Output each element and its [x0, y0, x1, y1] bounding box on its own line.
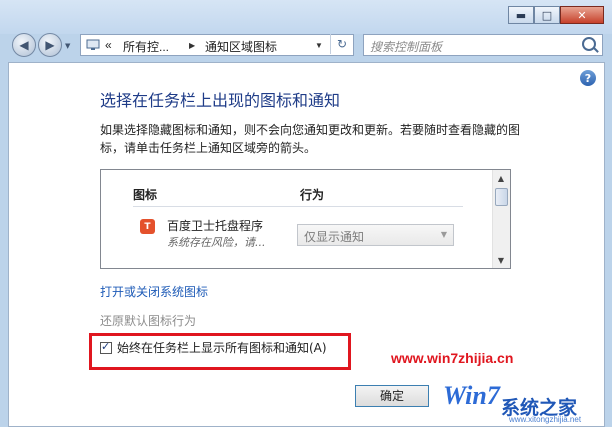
page-description: 如果选择隐藏图标和通知，则不会向您通知更改和更新。若要随时查看隐藏的图标，请单击…: [100, 123, 521, 155]
behavior-select[interactable]: 仅显示通知 ▼: [297, 224, 454, 246]
watermark-url: www.win7zhijia.cn: [391, 350, 514, 366]
close-button[interactable]: ✕: [560, 6, 604, 24]
page-title: 选择在任务栏上出现的图标和通知: [100, 91, 341, 110]
search-icon[interactable]: [582, 37, 596, 51]
forward-button[interactable]: ▶: [38, 33, 62, 57]
navigation-bar: ◀ ▶ ▼ « 所有控... ▶ 通知区域图标 ▼ ↻ 搜索控制面板: [0, 30, 612, 62]
maximize-button[interactable]: □: [534, 6, 560, 24]
list-item-status: 系统存在风险，请...: [167, 236, 266, 249]
caption-buttons: ▬ □ ✕: [508, 6, 604, 24]
list-item-name: 百度卫士托盘程序: [167, 219, 264, 233]
column-header-behavior: 行为: [300, 188, 325, 202]
title-bar: ▬ □ ✕: [0, 0, 612, 34]
ok-button[interactable]: 确定: [355, 385, 429, 407]
restore-defaults-link: 还原默认图标行为: [100, 314, 197, 328]
notification-icons-list[interactable]: 图标 行为 T 百度卫士托盘程序 系统存在风险，请... 仅显示通知 ▼ ▲ ▼: [100, 169, 511, 269]
search-input[interactable]: 搜索控制面板: [370, 38, 442, 55]
back-arrow-icon: ◀: [19, 38, 29, 52]
breadcrumb-separator-icon[interactable]: ▶: [189, 41, 195, 50]
list-scrollbar[interactable]: ▲ ▼: [492, 170, 510, 268]
address-dropdown-icon[interactable]: ▼: [315, 41, 323, 50]
breadcrumb-notification-icons[interactable]: 通知区域图标: [205, 38, 277, 55]
computer-icon: [86, 39, 100, 54]
watermark-logo: Win7 系统之家 www.xitongzhijia.net: [443, 375, 612, 425]
help-icon[interactable]: ?: [580, 70, 596, 86]
address-chevron[interactable]: «: [105, 38, 112, 52]
minimize-button[interactable]: ▬: [508, 6, 534, 24]
system-icons-link[interactable]: 打开或关闭系统图标: [100, 283, 208, 300]
column-header-icon: 图标: [133, 188, 158, 202]
address-bar[interactable]: « 所有控... ▶ 通知区域图标 ▼: [80, 34, 354, 56]
highlight-box: [89, 333, 351, 370]
window-frame: ▬ □ ✕ ◀ ▶ ▼ « 所有控... ▶ 通知区域图标 ▼ ↻ 搜索控制面板: [0, 0, 612, 427]
win7-logo-text: Win7: [443, 381, 500, 410]
behavior-select-value: 仅显示通知: [304, 230, 365, 244]
recent-pages-dropdown[interactable]: ▼: [65, 42, 70, 50]
refresh-button[interactable]: ↻: [330, 34, 353, 54]
forward-arrow-icon: ▶: [45, 38, 55, 52]
watermark-small-url: www.xitongzhijia.net: [509, 415, 582, 424]
scroll-thumb[interactable]: [495, 188, 508, 206]
breadcrumb-all-control-panel[interactable]: 所有控...: [123, 38, 169, 55]
back-button[interactable]: ◀: [12, 33, 36, 57]
header-divider: [133, 206, 463, 207]
content-pane: ? 选择在任务栏上出现的图标和通知 如果选择隐藏图标和通知，则不会向您通知更改和…: [8, 62, 605, 427]
refresh-icon: ↻: [336, 37, 348, 51]
search-box[interactable]: 搜索控制面板: [363, 34, 603, 56]
scroll-down-icon[interactable]: ▼: [493, 252, 509, 268]
baidu-guard-icon: T: [140, 219, 155, 234]
scroll-up-icon[interactable]: ▲: [493, 170, 509, 186]
chevron-down-icon: ▼: [440, 230, 447, 239]
